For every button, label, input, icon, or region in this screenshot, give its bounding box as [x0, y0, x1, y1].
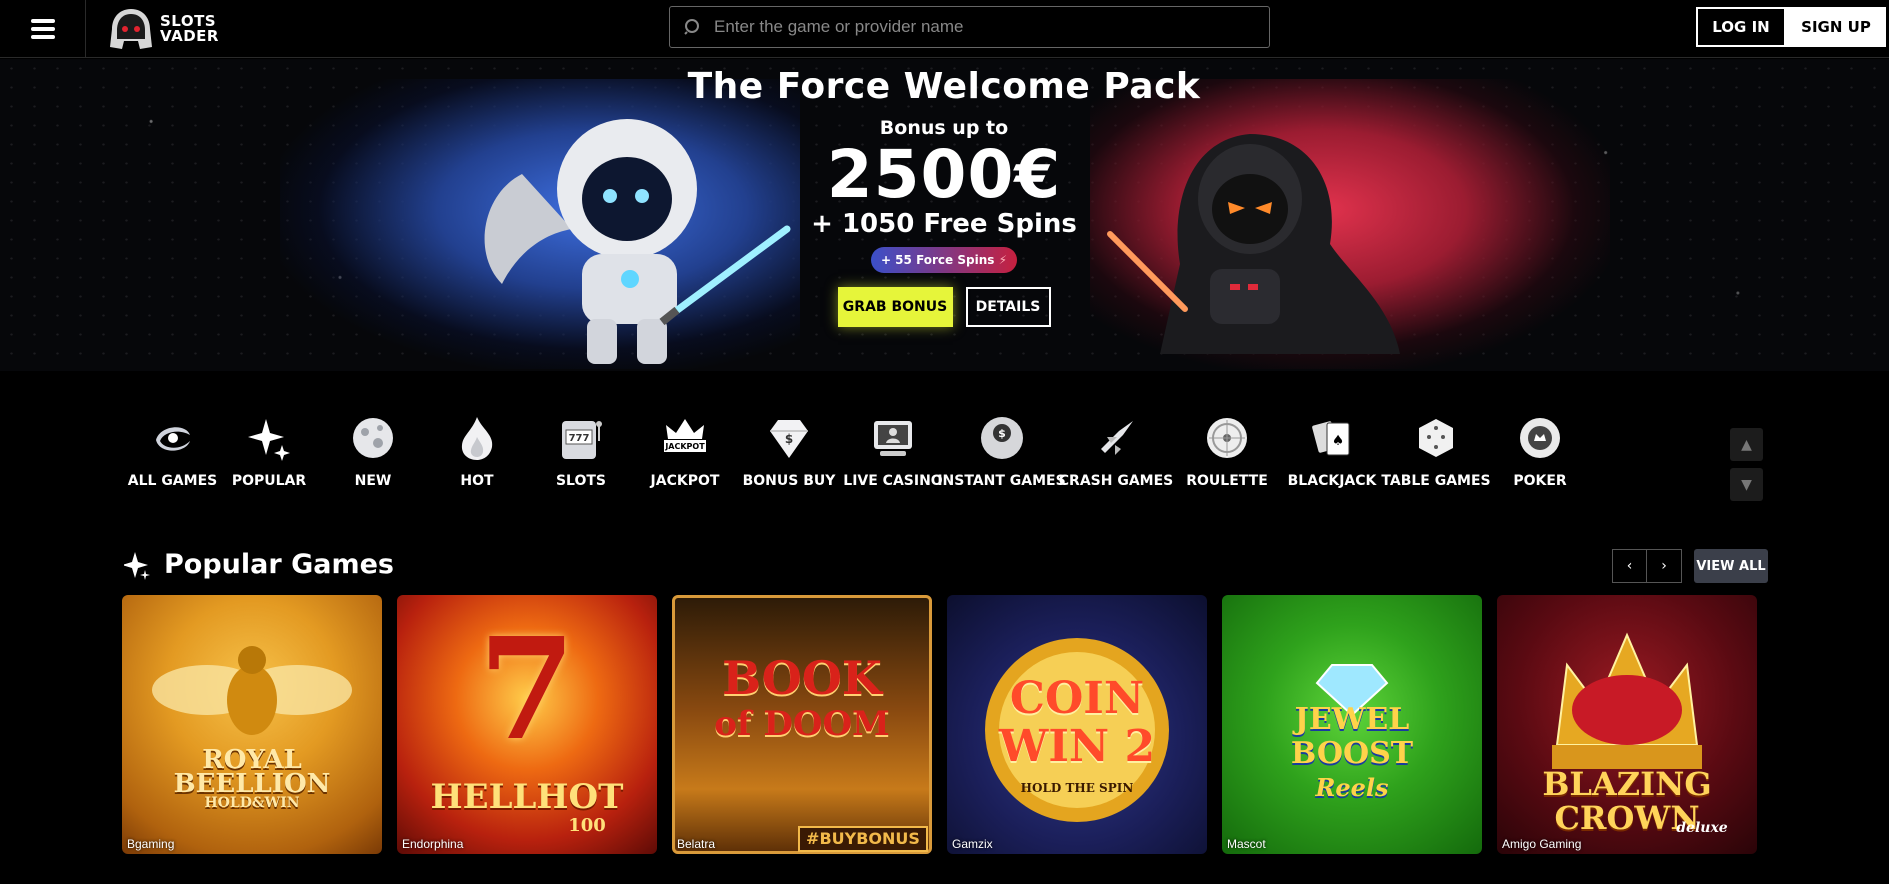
game-card-blazing-crown[interactable]: BLAZING CROWN deluxe Amigo Gaming	[1497, 595, 1757, 854]
lightning-icon: ⚡	[998, 253, 1008, 267]
dice-icon	[1419, 419, 1453, 457]
eight-ball-icon: $	[980, 417, 1023, 459]
category-scroll-down-button[interactable]: ▼	[1730, 468, 1763, 501]
game-card-jewel-boost-reels[interactable]: JEWEL BOOST Reels Mascot	[1222, 595, 1482, 854]
chevron-up-icon: ▲	[1741, 436, 1752, 453]
hero-banner: The Force Welcome Pack Bonus up to 2500€…	[0, 59, 1889, 371]
sparkle-icon	[248, 419, 290, 461]
roulette-icon	[1207, 418, 1247, 458]
game-art-subtext: HOLD THE SPIN	[1020, 781, 1134, 795]
top-header: SLOTS VADER LOG IN SIGN UP	[0, 0, 1889, 58]
category-live-casino[interactable]: LIVE CASINO	[841, 415, 945, 505]
category-jackpot[interactable]: JACKPOT JACKPOT	[633, 415, 737, 505]
spaceship-icon	[1101, 421, 1133, 455]
game-provider: Gamzix	[952, 837, 993, 851]
category-crash-games[interactable]: CRASH GAMES	[1058, 415, 1174, 505]
view-all-button[interactable]: VIEW ALL	[1694, 549, 1768, 583]
planet-icon	[353, 418, 393, 458]
login-button[interactable]: LOG IN	[1696, 7, 1786, 47]
category-bonus-buy[interactable]: $ BONUS BUY	[737, 415, 841, 505]
svg-text:♠: ♠	[1332, 433, 1345, 449]
game-provider: Amigo Gaming	[1502, 837, 1582, 851]
hero-content: The Force Welcome Pack Bonus up to 2500€…	[644, 59, 1244, 327]
helmet-logo-icon	[110, 8, 152, 49]
game-art-text: BOOK of DOOM	[714, 651, 890, 744]
grab-bonus-button[interactable]: GRAB BONUS	[837, 287, 953, 327]
category-new[interactable]: NEW	[321, 415, 425, 505]
buy-bonus-tag: #BUYBONUS	[798, 826, 928, 852]
svg-text:$: $	[785, 432, 793, 446]
free-spins-text: + 1050 Free Spins	[811, 209, 1077, 239]
search-box[interactable]	[669, 6, 1270, 48]
game-card-hellhot-100[interactable]: 7 HELLHOT 100 Endorphina	[397, 595, 657, 854]
game-card-coin-win-2[interactable]: COIN WIN 2 HOLD THE SPIN Gamzix	[947, 595, 1207, 854]
search-input[interactable]	[714, 17, 1254, 37]
chevron-down-icon: ▼	[1741, 476, 1752, 493]
game-provider: Bgaming	[127, 837, 175, 851]
category-poker[interactable]: POKER	[1488, 415, 1592, 505]
flame-icon	[461, 417, 493, 460]
category-slots[interactable]: 777 SLOTS	[529, 415, 633, 505]
category-table-games[interactable]: TABLE GAMES	[1381, 415, 1491, 505]
details-button[interactable]: DETAILS	[965, 287, 1051, 327]
game-provider: Mascot	[1227, 837, 1266, 851]
category-scroll-controls: ▲ ▼	[1730, 428, 1763, 508]
popular-games-header: Popular Games	[124, 549, 394, 580]
popular-games-title: Popular Games	[164, 549, 394, 580]
popular-games-row: ROYAL BEELLION HOLD&WIN Bgaming 7 HELLHO…	[122, 595, 1757, 854]
site-logo[interactable]: SLOTS VADER	[108, 7, 219, 51]
category-popular[interactable]: POPULAR	[217, 415, 321, 505]
hamburger-icon	[30, 17, 55, 41]
golden-bee-illustration	[152, 646, 352, 735]
search-icon	[684, 19, 699, 35]
category-hot[interactable]: HOT	[425, 415, 529, 505]
game-provider: Belatra	[677, 837, 716, 851]
slot-machine-icon: 777	[562, 421, 602, 459]
game-card-royal-beellion[interactable]: ROYAL BEELLION HOLD&WIN Bgaming	[122, 595, 382, 854]
cards-icon: ♠	[1312, 421, 1350, 456]
chevron-left-icon: ‹	[1626, 558, 1633, 574]
svg-text:$: $	[998, 427, 1006, 440]
chevron-right-icon: ›	[1661, 558, 1667, 574]
game-art-seven: 7	[478, 608, 576, 772]
logo-text: SLOTS VADER	[160, 11, 219, 45]
galaxy-icon	[155, 427, 190, 451]
category-bar: ALL GAMES POPULAR NEW HOT 777 SLOTS JACK…	[128, 415, 1592, 505]
auth-buttons: LOG IN SIGN UP	[1696, 7, 1886, 47]
jackpot-crown-icon: JACKPOT	[664, 419, 706, 452]
force-spins-badge: + 55 Force Spins ⚡	[870, 247, 1018, 273]
category-blackjack[interactable]: ♠ BLACKJACK	[1280, 415, 1384, 505]
hamburger-menu-button[interactable]	[0, 0, 86, 58]
category-scroll-up-button[interactable]: ▲	[1730, 428, 1763, 461]
category-roulette[interactable]: ROULETTE	[1174, 415, 1280, 505]
bonus-amount: 2500€	[826, 136, 1062, 213]
sparkle-icon	[124, 551, 150, 580]
category-instant-games[interactable]: $ INSTANT GAMES	[937, 415, 1066, 505]
game-card-book-of-doom[interactable]: BOOK of DOOM #BUYBONUS Belatra	[672, 595, 932, 854]
popular-games-controls: ‹ › VIEW ALL	[1612, 549, 1768, 583]
signup-button[interactable]: SIGN UP	[1786, 7, 1886, 47]
game-provider: Endorphina	[402, 837, 464, 851]
game-art-text: JEWEL BOOST Reels	[1290, 702, 1414, 803]
next-button[interactable]: ›	[1647, 549, 1682, 583]
hero-buttons: GRAB BONUS DETAILS	[644, 287, 1244, 327]
game-art-subtext: 100	[568, 815, 606, 836]
category-all-games[interactable]: ALL GAMES	[128, 415, 217, 505]
game-art-text: COIN WIN 2	[998, 673, 1156, 772]
hero-title: The Force Welcome Pack	[687, 66, 1201, 107]
game-art-subtext: deluxe	[1676, 820, 1728, 836]
live-dealer-icon	[874, 421, 912, 456]
svg-text:777: 777	[569, 433, 590, 444]
diamond-icon: $	[770, 420, 808, 458]
svg-text:JACKPOT: JACKPOT	[664, 442, 705, 451]
game-art-text: HELLHOT	[430, 777, 624, 817]
game-art-text: ROYAL BEELLION HOLD&WIN	[173, 745, 331, 811]
previous-button[interactable]: ‹	[1612, 549, 1647, 583]
poker-chip-icon	[1520, 418, 1560, 458]
